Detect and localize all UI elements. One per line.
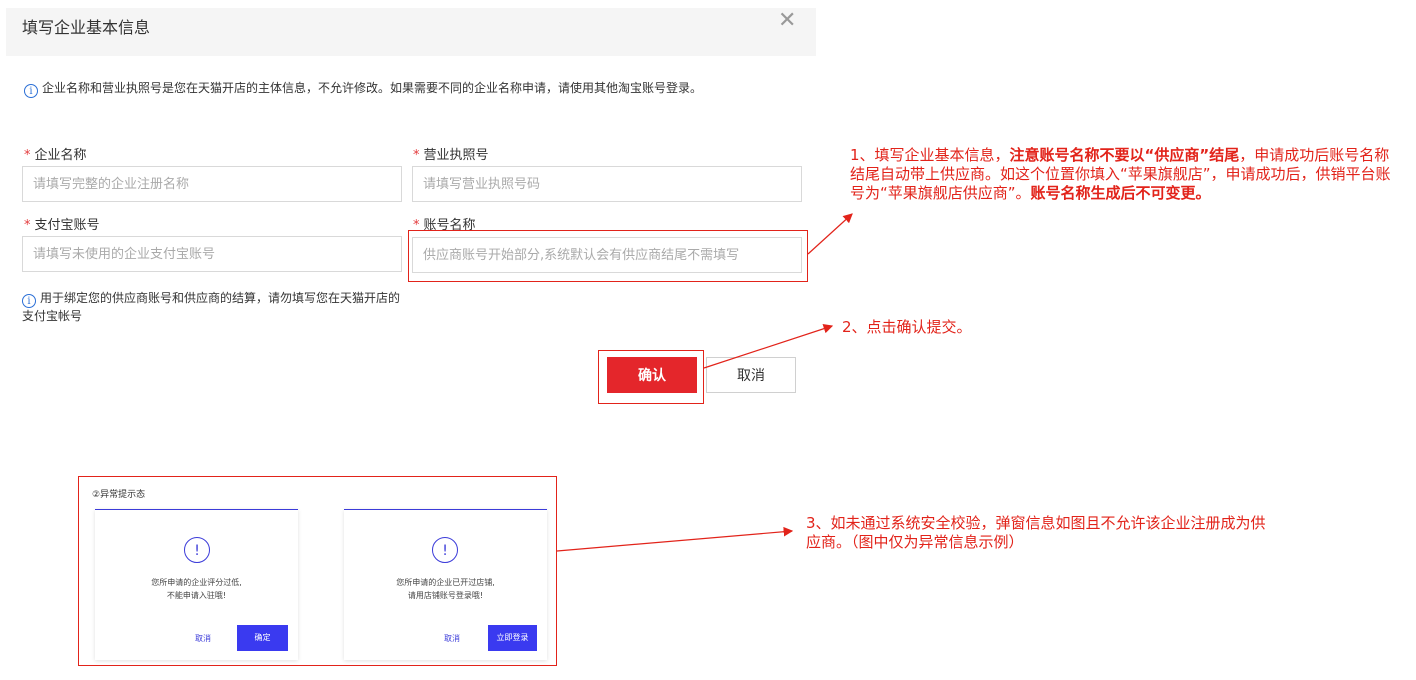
error-message: 您所申请的企业评分过低, 不能申请入驻哦! <box>151 578 242 600</box>
mini-login-button[interactable]: 立即登录 <box>488 625 537 651</box>
arrow-1 <box>807 213 853 255</box>
arrow-3 <box>556 526 794 552</box>
arrow-2 <box>703 324 834 369</box>
warning-icon: ! <box>184 537 210 563</box>
mini-ok-button[interactable]: 确定 <box>237 625 288 651</box>
mini-cancel-button[interactable]: 取消 <box>195 633 211 644</box>
mini-cancel-button[interactable]: 取消 <box>444 633 460 644</box>
annotation-1: 1、填写企业基本信息，注意账号名称不要以“供应商”结尾，申请成功后账号名称结尾自… <box>850 146 1391 202</box>
annotation-2: 2、点击确认提交。 <box>842 318 972 336</box>
example-title: ②异常提示态 <box>92 490 146 500</box>
error-message: 您所申请的企业已开过店铺, 请用店铺账号登录哦! <box>396 578 495 600</box>
annotation-3: 3、如未通过系统安全校验，弹窗信息如图且不允许该企业注册成为供应商。（图中仅为异… <box>806 514 1266 551</box>
warning-icon: ! <box>432 537 458 563</box>
